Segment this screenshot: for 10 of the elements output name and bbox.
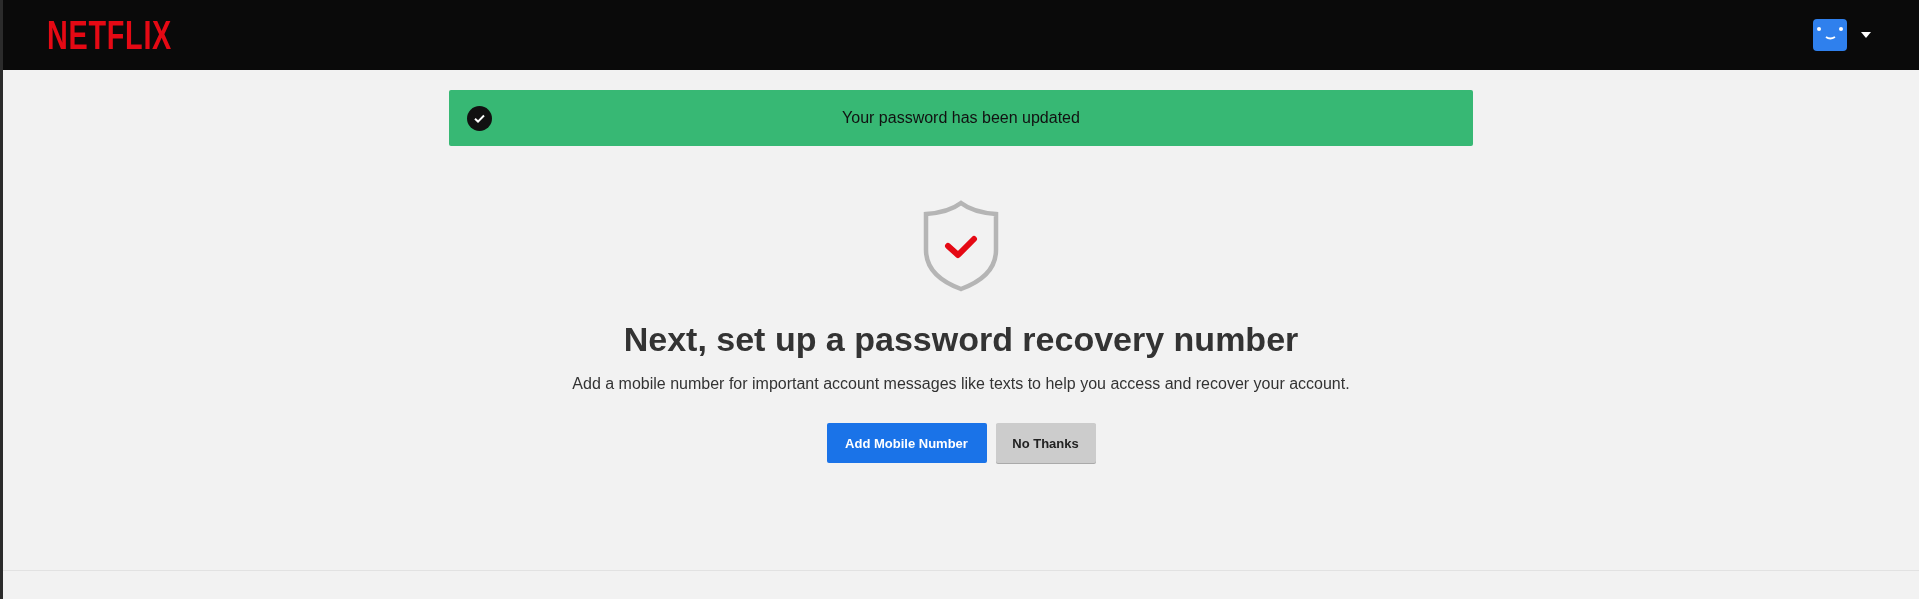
no-thanks-button[interactable]: No Thanks xyxy=(995,423,1096,463)
description-text: Add a mobile number for important account messages like texts to help you access and recover your account. xyxy=(572,375,1350,393)
caret-icon[interactable] xyxy=(1861,32,1871,38)
shield-check-icon xyxy=(922,200,1000,292)
add-mobile-number-button[interactable]: Add Mobile Number xyxy=(826,423,987,463)
page-heading: Next, set up a password recovery number xyxy=(623,320,1299,359)
banner-message: Your password has been updated xyxy=(841,109,1081,127)
profile-avatar-icon[interactable] xyxy=(1813,19,1847,51)
check-circle-icon xyxy=(467,105,492,131)
netflix-logo[interactable]: NETFLIX xyxy=(47,15,173,55)
